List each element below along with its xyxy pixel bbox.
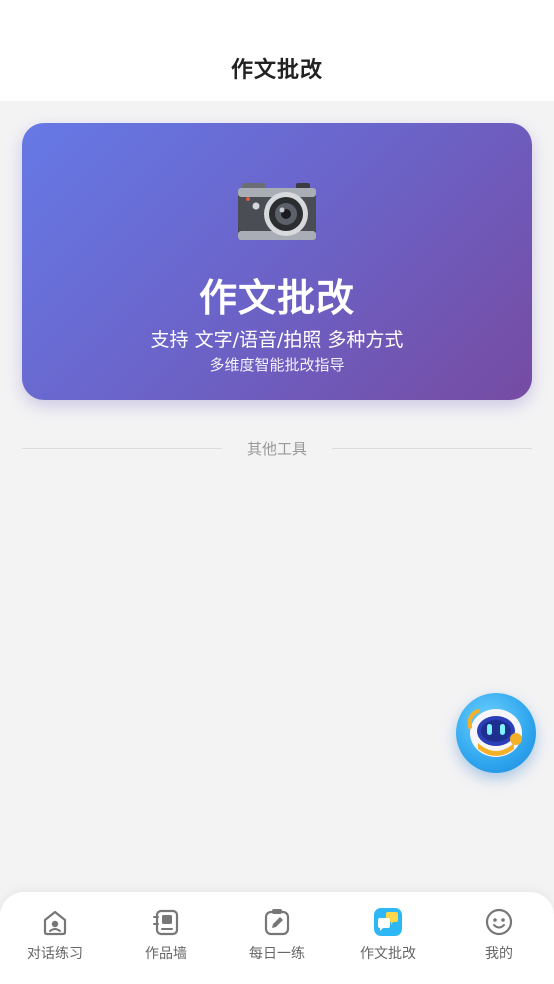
- ai-assistant-button[interactable]: [456, 693, 536, 773]
- tab-label: 我的: [485, 946, 513, 962]
- tab-label: 作文批改: [360, 946, 416, 962]
- hero-subtitle: 支持 文字/语音/拍照 多种方式: [150, 329, 404, 351]
- smiley-face-icon: [485, 908, 513, 936]
- tab-essay-correction[interactable]: 作文批改: [333, 892, 443, 984]
- tab-dialogue-practice[interactable]: 对话练习: [0, 892, 110, 984]
- page-title: 作文批改: [230, 58, 323, 83]
- bottom-tab-bar: 对话练习 作品墙 每日一练 作文批改 我的: [0, 892, 554, 984]
- divider-right: [332, 448, 532, 449]
- hero-description: 多维度智能批改指导: [209, 356, 345, 374]
- camera-icon: [238, 183, 316, 240]
- top-header: 作文批改: [0, 0, 554, 101]
- tab-daily-practice[interactable]: 每日一练: [222, 892, 332, 984]
- tab-label: 每日一练: [249, 946, 305, 962]
- other-tools-label: 其他工具: [246, 440, 307, 458]
- tab-label: 对话练习: [27, 946, 83, 962]
- robot-assistant-icon: [467, 709, 522, 757]
- tab-works-wall[interactable]: 作品墙: [111, 892, 221, 984]
- gallery-book-icon: [153, 909, 179, 936]
- home-chat-icon: [43, 910, 67, 936]
- divider-left: [22, 448, 222, 449]
- tab-label: 作品墙: [145, 946, 187, 962]
- hero-title: 作文批改: [198, 276, 355, 320]
- pencil-card-icon: [264, 909, 290, 936]
- essay-correction-card[interactable]: 作文批改 支持 文字/语音/拍照 多种方式 多维度智能批改指导: [22, 123, 532, 400]
- chat-bubbles-icon: [374, 908, 402, 936]
- tab-mine[interactable]: 我的: [444, 892, 554, 984]
